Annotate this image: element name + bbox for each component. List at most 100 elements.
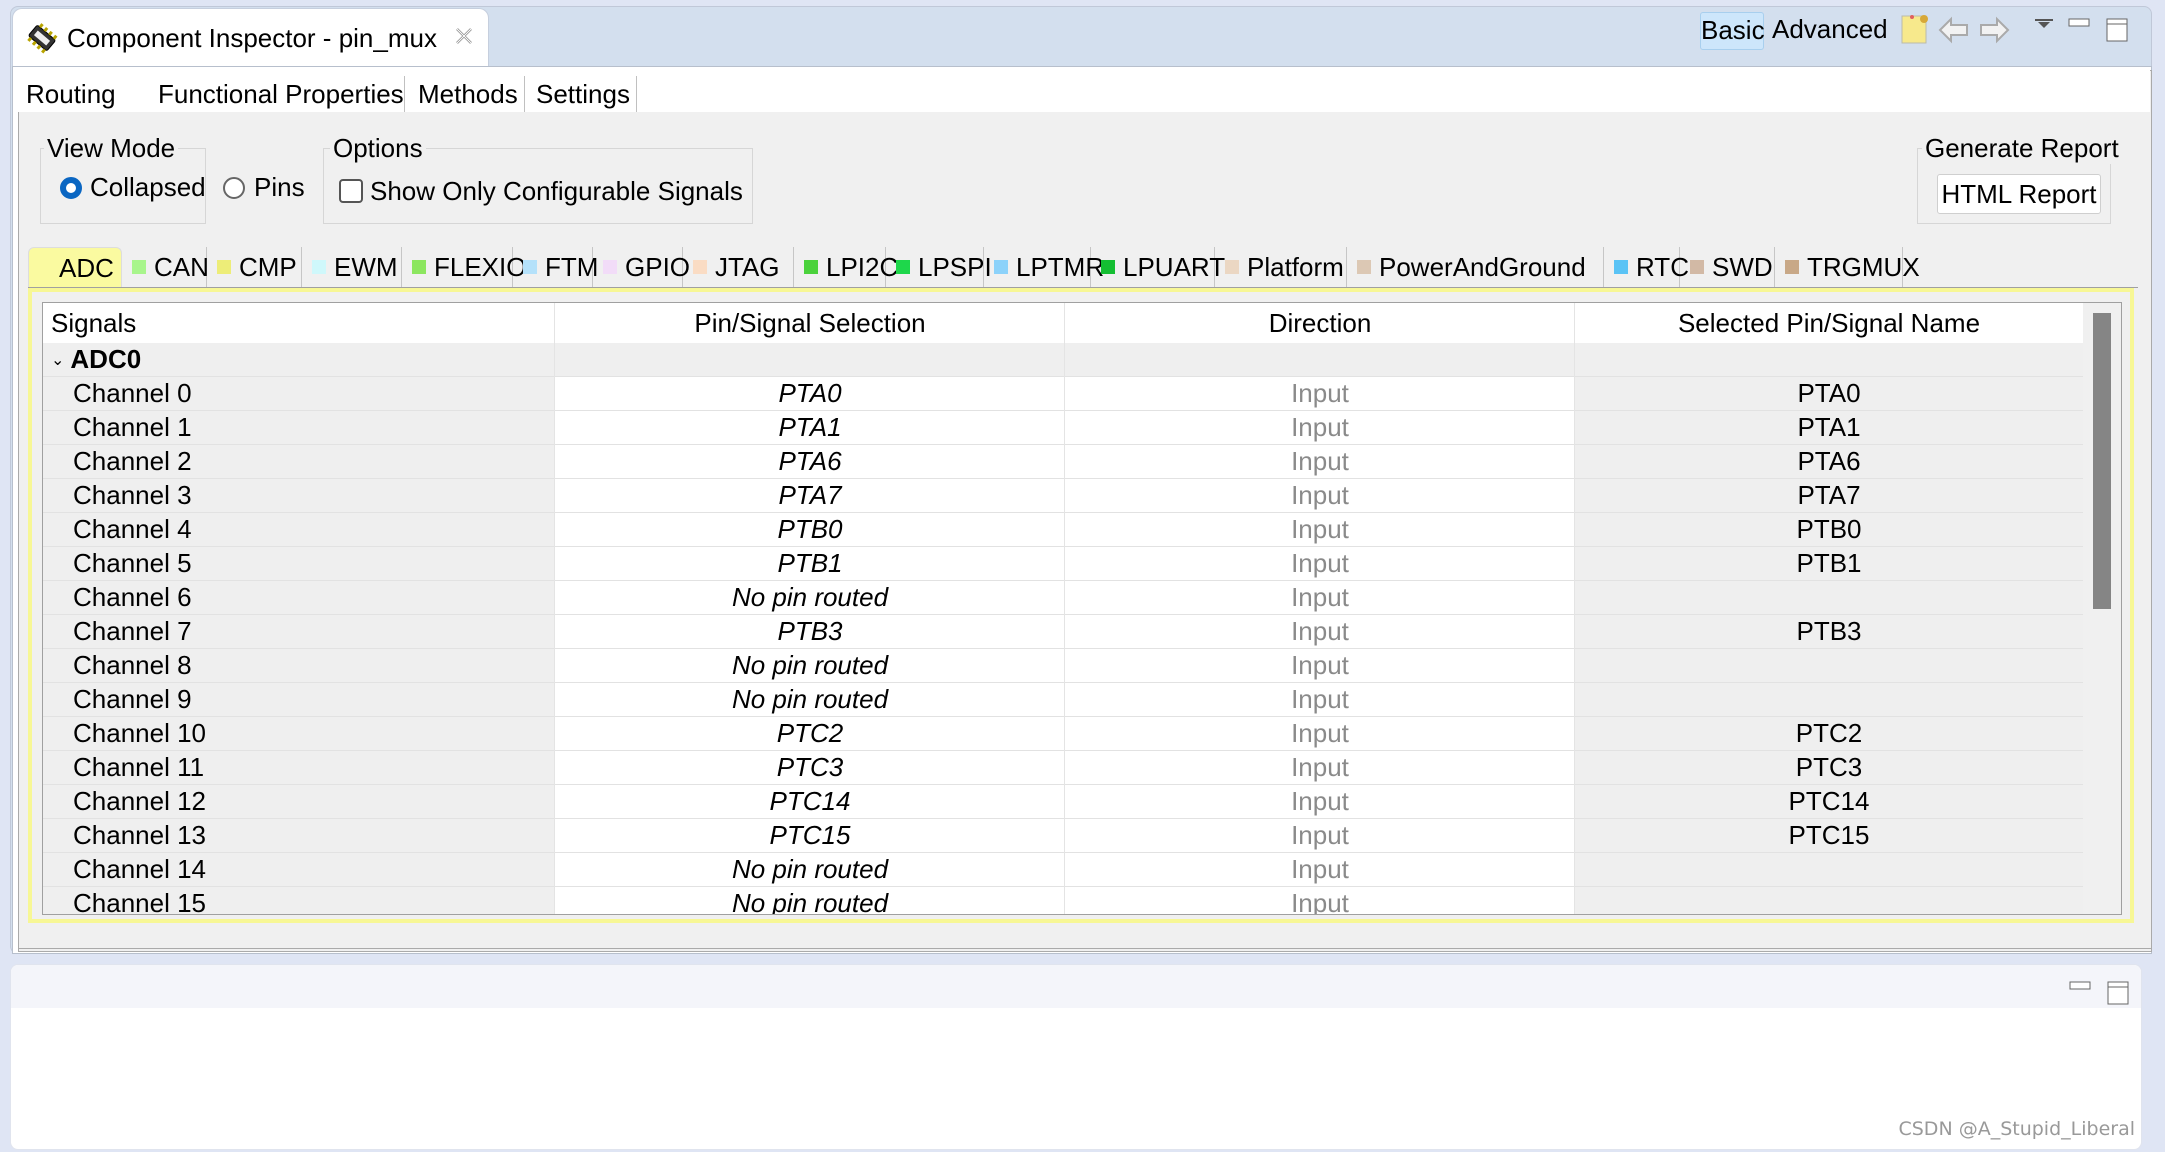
table-row[interactable]: Channel 0 PTA0 Input PTA0 (43, 377, 2083, 411)
table-row[interactable]: Channel 6 No pin routed Input (43, 581, 2083, 615)
collapsed-label[interactable]: Collapsed (90, 172, 206, 203)
show-only-configurable-label[interactable]: Show Only Configurable Signals (370, 176, 743, 207)
pin-selection-cell[interactable]: PTA6 (555, 445, 1065, 478)
pin-selection-cell[interactable]: No pin routed (555, 853, 1065, 886)
tab-settings[interactable]: Settings (530, 76, 636, 112)
pin-selection-cell[interactable]: No pin routed (555, 887, 1065, 914)
editor-tab[interactable]: Component Inspector - pin_mux (12, 8, 489, 67)
category-tab-ewm[interactable]: EWM (302, 247, 402, 287)
minimize-icon[interactable] (2069, 981, 2091, 991)
table-row[interactable]: Channel 3 PTA7 Input PTA7 (43, 479, 2083, 513)
collapsed-radio[interactable] (60, 177, 82, 199)
pin-selection-cell[interactable]: PTC14 (555, 785, 1065, 818)
table-row[interactable]: Channel 8 No pin routed Input (43, 649, 2083, 683)
category-tab-swd[interactable]: SWD (1680, 247, 1775, 287)
show-only-configurable-checkbox[interactable] (339, 179, 363, 203)
table-row[interactable]: Channel 4 PTB0 Input PTB0 (43, 513, 2083, 547)
column-header-direction[interactable]: Direction (1065, 303, 1575, 343)
selected-name-cell: PTA1 (1575, 411, 2083, 444)
category-tab-jtag[interactable]: JTAG (683, 247, 794, 287)
pin-selection-cell[interactable]: PTA1 (555, 411, 1065, 444)
scrollbar-thumb[interactable] (2093, 313, 2111, 609)
pin-selection-cell[interactable]: PTB0 (555, 513, 1065, 546)
pins-radio[interactable] (223, 177, 245, 199)
category-tab-lpuart[interactable]: LPUART (1091, 247, 1225, 287)
direction-cell: Input (1065, 751, 1575, 784)
back-arrow-icon[interactable] (1938, 16, 1970, 44)
table-row[interactable]: Channel 7 PTB3 Input PTB3 (43, 615, 2083, 649)
pin-selection-cell[interactable]: PTC15 (555, 819, 1065, 852)
column-header-signals[interactable]: Signals (51, 303, 136, 343)
table-row[interactable]: Channel 5 PTB1 Input PTB1 (43, 547, 2083, 581)
vertical-scrollbar[interactable] (2083, 303, 2121, 914)
forward-arrow-icon[interactable] (1978, 16, 2010, 44)
basic-mode-button[interactable]: Basic (1700, 12, 1765, 50)
pin-selection-cell[interactable]: No pin routed (555, 683, 1065, 716)
category-tab-adc[interactable]: ADC (28, 247, 122, 287)
pin-selection-cell[interactable]: PTB3 (555, 615, 1065, 648)
category-tab-ftm[interactable]: FTM (513, 247, 598, 287)
view-menu-icon[interactable] (2034, 18, 2054, 32)
tab-functional-properties[interactable]: Functional Properties (152, 76, 410, 112)
new-note-icon[interactable] (1900, 13, 1930, 45)
table-row[interactable]: Channel 10 PTC2 Input PTC2 (43, 717, 2083, 751)
category-tab-trgmux[interactable]: TRGMUX (1775, 247, 1920, 287)
pins-label[interactable]: Pins (254, 172, 305, 203)
options-label: Options (330, 133, 426, 164)
group-row-adc0[interactable]: ⌄ ADC0 (43, 343, 2083, 377)
pin-selection-cell[interactable]: No pin routed (555, 649, 1065, 682)
color-swatch-icon (603, 260, 617, 275)
selected-name-cell: PTA7 (1575, 479, 2083, 512)
signal-cell: Channel 3 (43, 479, 555, 512)
direction-cell: Input (1065, 649, 1575, 682)
category-tab-gpio[interactable]: GPIO (593, 247, 690, 287)
color-swatch-icon (312, 260, 326, 275)
table-row[interactable]: Channel 15 No pin routed Input (43, 887, 2083, 914)
maximize-icon[interactable] (2106, 18, 2128, 42)
tab-routing[interactable]: Routing (20, 76, 122, 112)
table-row[interactable]: Channel 1 PTA1 Input PTA1 (43, 411, 2083, 445)
column-header-pin-selection[interactable]: Pin/Signal Selection (555, 303, 1065, 343)
html-report-button[interactable]: HTML Report (1937, 174, 2101, 214)
category-tab-flexio[interactable]: FLEXIO (402, 247, 526, 287)
direction-cell: Input (1065, 683, 1575, 716)
table-row[interactable]: Channel 13 PTC15 Input PTC15 (43, 819, 2083, 853)
table-row[interactable]: Channel 2 PTA6 Input PTA6 (43, 445, 2083, 479)
category-tab-powerandground[interactable]: PowerAndGround (1347, 247, 1604, 287)
category-tab-lpi2c[interactable]: LPI2C (794, 247, 898, 287)
pin-selection-cell[interactable]: PTC2 (555, 717, 1065, 750)
selected-name-cell: PTC2 (1575, 717, 2083, 750)
category-tab-platform[interactable]: Platform (1215, 247, 1347, 287)
category-tab-can[interactable]: CAN (122, 247, 209, 287)
pin-selection-cell[interactable]: PTC3 (555, 751, 1065, 784)
pin-selection-cell[interactable]: PTA0 (555, 377, 1065, 410)
table-row[interactable]: Channel 11 PTC3 Input PTC3 (43, 751, 2083, 785)
maximize-icon[interactable] (2107, 981, 2129, 1005)
pin-selection-cell[interactable]: No pin routed (555, 581, 1065, 614)
selected-name-cell (1575, 683, 2083, 716)
tab-methods[interactable]: Methods (412, 76, 524, 112)
advanced-mode-button[interactable]: Advanced (1772, 12, 1888, 46)
category-tab-label: ADC (59, 253, 114, 283)
table-row[interactable]: Channel 14 No pin routed Input (43, 853, 2083, 887)
signal-cell: Channel 14 (43, 853, 555, 886)
lower-panel (10, 964, 2142, 1150)
column-header-selected-name[interactable]: Selected Pin/Signal Name (1575, 303, 2083, 343)
selected-name-cell: PTC15 (1575, 819, 2083, 852)
group-cell: ⌄ ADC0 (43, 343, 555, 376)
category-tab-lptmr[interactable]: LPTMR (984, 247, 1104, 287)
color-swatch-icon (1357, 260, 1371, 275)
category-tab-cmp[interactable]: CMP (207, 247, 302, 287)
selected-name-cell: PTB1 (1575, 547, 2083, 580)
pin-selection-cell[interactable]: PTB1 (555, 547, 1065, 580)
close-icon[interactable] (453, 25, 475, 47)
category-tab-lpspi[interactable]: LPSPI (886, 247, 992, 287)
pin-selection-cell[interactable]: PTA7 (555, 479, 1065, 512)
table-row[interactable]: Channel 12 PTC14 Input PTC14 (43, 785, 2083, 819)
signal-cell: Channel 5 (43, 547, 555, 580)
column-divider (1064, 303, 1065, 914)
minimize-icon[interactable] (2068, 18, 2090, 28)
table-row[interactable]: Channel 9 No pin routed Input (43, 683, 2083, 717)
chevron-down-icon[interactable]: ⌄ (51, 352, 64, 369)
category-tab-rtc[interactable]: RTC (1604, 247, 1689, 287)
